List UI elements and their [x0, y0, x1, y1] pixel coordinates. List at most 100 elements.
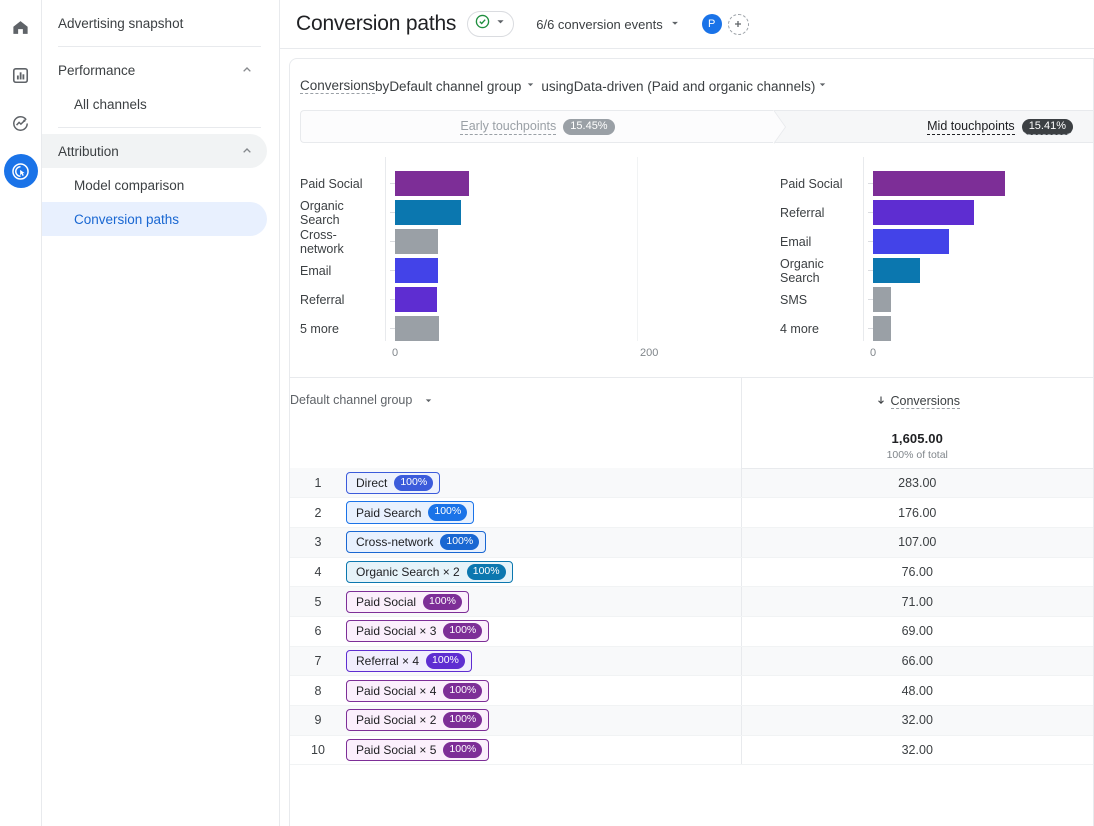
- bar[interactable]: [873, 316, 891, 341]
- chart-mid-touchpoints: Paid Social Referral Email Organic Search SM…: [770, 157, 1093, 363]
- chevron-down-icon[interactable]: [422, 394, 435, 410]
- row-index: 8: [290, 675, 346, 706]
- bar-row: Paid Social: [780, 169, 1093, 198]
- bar[interactable]: [873, 258, 920, 283]
- metric-selector[interactable]: Conversions: [300, 78, 376, 94]
- axis-tick-label: 0: [392, 347, 399, 359]
- path-chip-badge: 100%: [443, 682, 483, 699]
- conversion-status-chip[interactable]: [467, 11, 515, 37]
- status-badge: 15.45%: [563, 118, 615, 135]
- path-chip-label: Cross-network: [356, 535, 434, 550]
- chevron-down-icon[interactable]: [668, 16, 682, 33]
- add-user-button[interactable]: [727, 13, 749, 35]
- path-chip[interactable]: Paid Social × 5 100%: [346, 738, 490, 762]
- bar[interactable]: [873, 171, 1006, 196]
- path-cell: Organic Search × 2 100%: [346, 557, 741, 588]
- bar[interactable]: [395, 258, 438, 283]
- conversion-paths-table: Default channel group Conversions 1,605.…: [290, 377, 1093, 766]
- path-chip-label: Direct: [356, 475, 388, 490]
- path-chip[interactable]: Referral × 4 100%: [346, 649, 472, 673]
- path-cell: Paid Social × 3 100%: [346, 616, 741, 647]
- bar-category-label: 5 more: [300, 321, 339, 336]
- chevron-down-icon[interactable]: [493, 14, 508, 34]
- path-chip[interactable]: Direct 100%: [346, 471, 441, 494]
- row-index: 3: [290, 527, 346, 558]
- bar-row: SMS: [780, 285, 1093, 314]
- home-icon[interactable]: [4, 10, 38, 44]
- bar[interactable]: [395, 316, 440, 341]
- sidebar-item-conversion-paths[interactable]: Conversion paths: [42, 202, 267, 236]
- bar-category-label: Paid Social: [300, 176, 363, 191]
- table-row[interactable]: 7 Referral × 4 100% 66.00: [290, 646, 1093, 677]
- path-cell: Direct 100%: [346, 468, 741, 499]
- path-cell: Paid Search 100%: [346, 497, 741, 528]
- metric-header-label: Conversions: [890, 393, 960, 409]
- subtitle-by: by: [375, 78, 390, 94]
- axis-tick-label: 200: [640, 347, 659, 359]
- sidebar-item-model-comparison[interactable]: Model comparison: [42, 168, 267, 202]
- explore-icon[interactable]: [4, 106, 38, 140]
- path-chip[interactable]: Paid Social × 4 100%: [346, 679, 490, 702]
- sidebar-item-advertising-snapshot[interactable]: Advertising snapshot: [42, 6, 267, 40]
- table-row[interactable]: 9 Paid Social × 2 100% 32.00: [290, 705, 1093, 736]
- path-chip-label: Referral × 4: [356, 653, 420, 668]
- table-row[interactable]: 6 Paid Social × 3 100% 69.00: [290, 616, 1093, 647]
- table-row[interactable]: 10 Paid Social × 5 100% 32.00: [290, 735, 1093, 766]
- bar[interactable]: [873, 287, 891, 312]
- bar-category-label: Organic Search: [300, 198, 344, 227]
- table-row[interactable]: 4 Organic Search × 2 100% 76.00: [290, 557, 1093, 588]
- table-row[interactable]: 3 Cross-network 100% 107.00: [290, 527, 1093, 558]
- bar-row: Email: [300, 256, 770, 285]
- totals-value: 1,605.00: [891, 430, 943, 446]
- conversion-events-selector[interactable]: 6/6 conversion events: [536, 16, 681, 33]
- bar[interactable]: [395, 200, 461, 225]
- avatar[interactable]: P: [701, 14, 722, 34]
- bar-group: Paid Social Organic Search Cross-network Em…: [300, 157, 770, 343]
- conversions-cell: 176.00: [740, 497, 1093, 528]
- path-chip-label: Paid Social × 3: [356, 624, 437, 639]
- path-chip[interactable]: Organic Search × 2 100%: [346, 560, 513, 583]
- conversions-cell: 69.00: [740, 616, 1093, 647]
- reports-icon[interactable]: [4, 58, 38, 92]
- bar[interactable]: [395, 287, 437, 312]
- conversions-cell: 48.00: [740, 675, 1093, 706]
- nav-divider: [58, 46, 261, 47]
- arrow-down-icon[interactable]: [875, 394, 887, 409]
- chevron-up-icon[interactable]: [239, 143, 255, 159]
- dimension-selector[interactable]: Default channel group: [389, 79, 521, 94]
- tab-mid-touchpoints[interactable]: Mid touchpoints 15.41%: [774, 110, 1093, 143]
- model-selector[interactable]: Data-driven (Paid and organic channels): [574, 79, 816, 94]
- row-index: 5: [290, 586, 346, 617]
- path-chip[interactable]: Paid Social × 3 100%: [346, 620, 490, 643]
- check-circle-icon: [474, 13, 491, 35]
- table-row[interactable]: 1 Direct 100% 283.00: [290, 468, 1093, 499]
- advertising-icon[interactable]: [3, 154, 38, 188]
- chevron-down-icon[interactable]: [524, 78, 537, 94]
- path-chip[interactable]: Paid Social × 2 100%: [346, 709, 490, 732]
- sidebar-item-all-channels[interactable]: All channels: [42, 87, 267, 121]
- row-index: 7: [290, 646, 346, 677]
- metric-header[interactable]: Conversions: [740, 378, 1093, 424]
- table-row[interactable]: 5 Paid Social 100% 71.00: [290, 586, 1093, 617]
- table-row[interactable]: 2 Paid Search 100% 176.00: [290, 497, 1093, 528]
- conversions-cell: 283.00: [740, 468, 1093, 499]
- bar[interactable]: [395, 229, 438, 254]
- bar[interactable]: [395, 171, 470, 196]
- path-cell: Referral × 4 100%: [346, 646, 741, 677]
- sidebar-group-attribution[interactable]: Attribution: [42, 134, 267, 168]
- page-header: Conversion paths 6/6 conversion events P: [280, 0, 1094, 49]
- tab-early-touchpoints[interactable]: Early touchpoints 15.45%: [300, 110, 786, 144]
- path-chip[interactable]: Paid Social 100%: [346, 590, 469, 613]
- sidebar-group-performance[interactable]: Performance: [42, 53, 267, 87]
- bar[interactable]: [873, 229, 949, 254]
- path-chip[interactable]: Paid Search 100%: [346, 501, 475, 524]
- chevron-up-icon[interactable]: [239, 62, 255, 78]
- axis-tick-label: 0: [870, 347, 877, 359]
- chevron-down-icon[interactable]: [816, 78, 829, 94]
- dimension-header[interactable]: Default channel group: [290, 378, 741, 424]
- path-chip[interactable]: Cross-network 100%: [346, 531, 487, 554]
- bar-row: Organic Search: [780, 256, 1093, 285]
- bar[interactable]: [873, 200, 974, 225]
- table-row[interactable]: 8 Paid Social × 4 100% 48.00: [290, 675, 1093, 706]
- bar-row: Paid Social: [300, 169, 770, 198]
